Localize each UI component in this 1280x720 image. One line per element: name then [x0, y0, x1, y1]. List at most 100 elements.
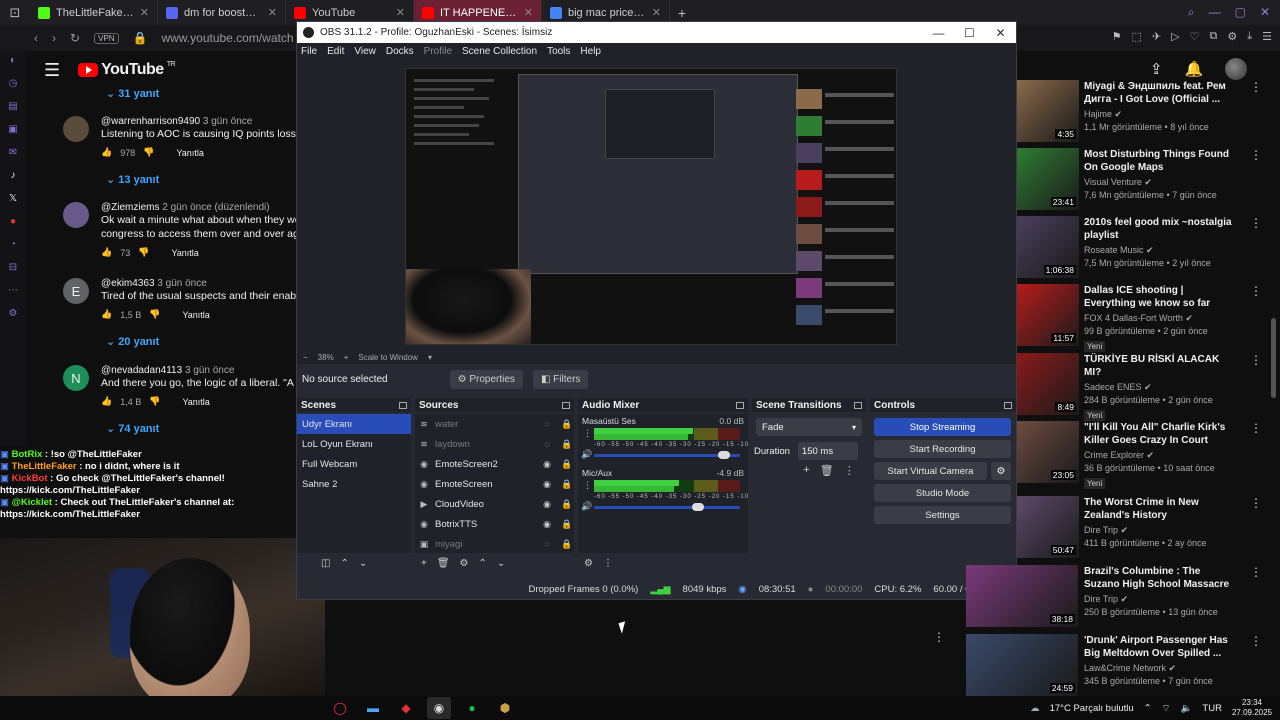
- search-tabs-icon[interactable]: ⌕: [1188, 5, 1195, 20]
- undock-icon[interactable]: [1004, 401, 1012, 409]
- reply-button[interactable]: Yanıtla: [182, 310, 209, 320]
- source-item[interactable]: ▣ miyagi ◌ 🔒: [415, 534, 574, 554]
- comment-author[interactable]: @nevadadan4113: [101, 365, 182, 376]
- recommended-video[interactable]: 8:49 TÜRKİYE BU RİSKİ ALACAK MI? Sadece EN…: [1017, 353, 1262, 421]
- video-channel[interactable]: Dire Trip ✔: [1084, 594, 1234, 605]
- recommended-video[interactable]: 50:47 The Worst Crime in New Zealand's Hi…: [1017, 496, 1262, 558]
- speaker-icon[interactable]: 🔊: [581, 449, 592, 460]
- move-up-icon[interactable]: ⌃: [340, 558, 348, 569]
- tiktok-icon[interactable]: ♪: [6, 170, 20, 184]
- like-icon[interactable]: 👍: [101, 247, 112, 258]
- dislike-icon[interactable]: 👎: [138, 247, 149, 258]
- source-item[interactable]: ◉ BotrixTTS ◉ 🔒: [415, 514, 574, 534]
- eye-icon[interactable]: ◉: [540, 499, 554, 510]
- video-menu-icon[interactable]: ⋮: [1250, 148, 1262, 162]
- menu-item-view[interactable]: View: [354, 46, 376, 57]
- video-thumbnail[interactable]: 23:05: [1017, 421, 1079, 483]
- mail-icon[interactable]: ✉: [6, 147, 20, 161]
- menu-icon[interactable]: ☰: [1262, 30, 1272, 43]
- notifications-bell-icon[interactable]: 🔔: [1185, 60, 1204, 78]
- eye-hidden-icon[interactable]: ◌: [540, 419, 554, 429]
- history-icon[interactable]: ◷: [6, 78, 20, 92]
- move-up-icon[interactable]: ⌃: [479, 558, 487, 569]
- spotify-icon[interactable]: ●: [460, 697, 484, 719]
- back-icon[interactable]: ‹: [34, 31, 38, 45]
- dislike-icon[interactable]: 👎: [149, 396, 160, 407]
- menu-item-profile[interactable]: Profile: [424, 46, 452, 57]
- lock-icon[interactable]: 🔒: [560, 439, 574, 450]
- close-icon[interactable]: ✕: [985, 26, 1016, 40]
- tray-chevron-icon[interactable]: ⌃: [1144, 703, 1152, 714]
- share-icon[interactable]: ✈: [1152, 30, 1161, 43]
- channel-menu-icon[interactable]: ⋮: [583, 428, 592, 439]
- tab-close-icon[interactable]: ✕: [268, 6, 277, 19]
- reload-icon[interactable]: ↻: [70, 31, 80, 45]
- video-menu-icon[interactable]: ⋮: [1250, 284, 1262, 298]
- forward-icon[interactable]: ›: [52, 31, 56, 45]
- move-down-icon[interactable]: ⌄: [359, 558, 367, 569]
- video-channel[interactable]: Sadece ENES ✔: [1084, 382, 1234, 393]
- start-recording-button[interactable]: Start Recording: [874, 440, 1011, 458]
- browser-tab[interactable]: TheLittleFaker Stream - W ✕: [30, 0, 158, 25]
- chat-username[interactable]: TheLittleFaker: [12, 461, 77, 472]
- comment-author[interactable]: @warrenharrison9490: [101, 116, 200, 127]
- volume-slider[interactable]: [594, 503, 740, 511]
- opera-gx-icon[interactable]: ◯: [328, 697, 352, 719]
- undock-icon[interactable]: [736, 401, 744, 409]
- tab-close-icon[interactable]: ✕: [140, 6, 149, 19]
- wifi-icon[interactable]: ⌔: [1162, 703, 1171, 714]
- video-channel[interactable]: Crime Explorer ✔: [1084, 450, 1234, 461]
- source-item[interactable]: ≋ laydown ◌ 🔒: [415, 434, 574, 454]
- video-channel[interactable]: Dire Trip ✔: [1084, 525, 1234, 536]
- undock-icon[interactable]: [854, 401, 862, 409]
- sidebar-settings-icon[interactable]: ⚙: [6, 308, 20, 322]
- box-icon[interactable]: ⊟: [6, 262, 20, 276]
- reply-button[interactable]: Yanıtla: [182, 397, 209, 407]
- download-icon[interactable]: ⤓: [1247, 30, 1252, 43]
- page-scrollbar[interactable]: [1271, 318, 1276, 398]
- chat-username[interactable]: @Kicklet: [12, 497, 52, 508]
- more-icon[interactable]: ⋯: [6, 285, 20, 299]
- source-settings-icon[interactable]: ⚙: [460, 558, 469, 569]
- clock-icon[interactable]: ◔: [6, 239, 20, 253]
- menu-item-tools[interactable]: Tools: [547, 46, 570, 57]
- vpn-badge[interactable]: VPN: [94, 32, 119, 44]
- eye-icon[interactable]: ◉: [540, 519, 554, 530]
- move-down-icon[interactable]: ⌄: [497, 558, 505, 569]
- video-channel[interactable]: FOX 4 Dallas-Fort Worth ✔: [1084, 313, 1234, 324]
- maximize-icon[interactable]: ☐: [954, 26, 985, 40]
- tab-close-icon[interactable]: ✕: [524, 6, 533, 19]
- volume-slider[interactable]: [594, 451, 740, 459]
- wallet-icon[interactable]: ▤: [6, 101, 20, 115]
- file-explorer-icon[interactable]: ▬: [361, 697, 385, 719]
- channel-menu-icon[interactable]: ⋮: [583, 480, 592, 491]
- league-icon[interactable]: ⬢: [493, 697, 517, 719]
- avatar[interactable]: [63, 202, 89, 228]
- add-source-icon[interactable]: +: [421, 558, 427, 569]
- scale-mode[interactable]: Scale to Window: [358, 353, 418, 362]
- virtual-camera-gear-icon[interactable]: ⚙: [991, 462, 1011, 480]
- lock-icon[interactable]: 🔒: [560, 519, 574, 530]
- video-channel[interactable]: Roseate Music ✔: [1084, 245, 1234, 256]
- video-title[interactable]: 2010s feel good mix ~nostalgia playlist: [1084, 216, 1234, 242]
- video-thumbnail[interactable]: 38:18: [966, 565, 1078, 627]
- bookmark-icon[interactable]: ⚑: [1112, 30, 1122, 43]
- eye-icon[interactable]: ◉: [540, 479, 554, 490]
- studio-mode-button[interactable]: Studio Mode: [874, 484, 1011, 502]
- settings-icon[interactable]: ⚙: [1227, 30, 1237, 43]
- lock-icon[interactable]: 🔒: [560, 479, 574, 490]
- chat-username[interactable]: BotRix: [12, 449, 43, 460]
- video-title[interactable]: Brazil's Columbine : The Suzano High Sch…: [1084, 565, 1234, 591]
- properties-button[interactable]: ⚙ Properties: [449, 369, 523, 389]
- volume-knob[interactable]: [717, 451, 730, 459]
- dislike-icon[interactable]: 👎: [143, 147, 154, 158]
- comment-author[interactable]: @ekim4363: [101, 278, 155, 289]
- play-icon[interactable]: ▷: [1171, 30, 1179, 43]
- filters-button[interactable]: ◧ Filters: [532, 369, 589, 389]
- close-browser-icon[interactable]: ✕: [1260, 5, 1270, 20]
- volume-knob[interactable]: [691, 503, 704, 511]
- reply-toggle[interactable]: ⌄ 74 yanıt: [106, 422, 159, 435]
- video-title[interactable]: Miyagi & Эндшпиль feat. Рем Дигга - I Go…: [1084, 80, 1234, 106]
- video-channel[interactable]: Hajime ✔: [1084, 109, 1234, 120]
- comment-author[interactable]: @Ziemziems: [101, 202, 160, 213]
